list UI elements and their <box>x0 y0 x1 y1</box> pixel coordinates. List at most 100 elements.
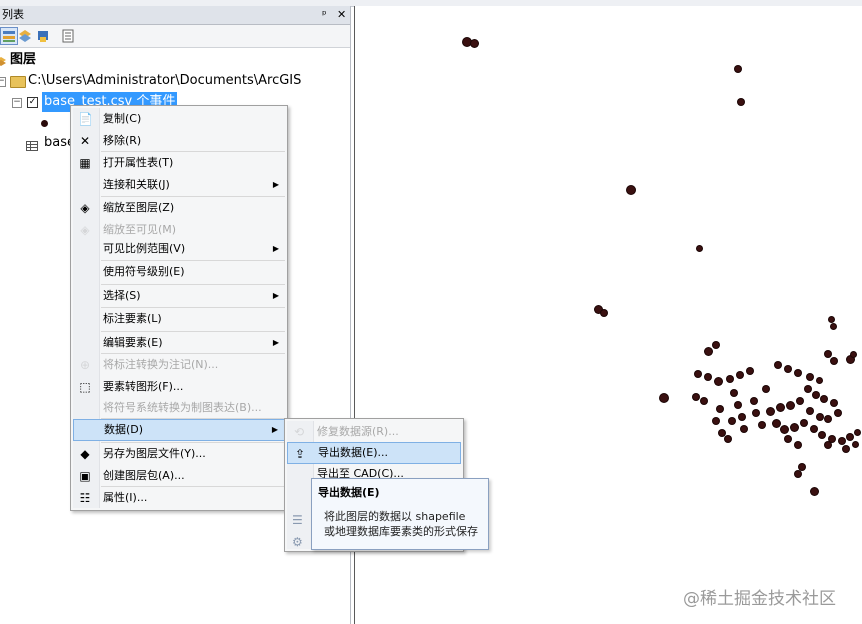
menu-item-1[interactable]: ✕ 移除(R) <box>73 130 285 152</box>
map-point <box>773 420 780 427</box>
map-point <box>695 371 701 377</box>
table-icon: ▦ <box>79 156 91 170</box>
submenu-arrow-icon: ▶ <box>272 180 279 189</box>
remove-icon: ✕ <box>79 134 91 148</box>
list-by-visibility-icon[interactable] <box>34 27 52 45</box>
list-by-source-icon[interactable] <box>16 27 34 45</box>
menu-item-label: 创建图层包(A)... <box>103 469 185 482</box>
menu-item-10[interactable]: 编辑要素(E) ▶ <box>73 332 285 354</box>
menu-item-11: ⊕ 将标注转换为注记(N)... <box>73 354 285 376</box>
map-point <box>759 422 765 428</box>
tooltip-line-1: 将此图层的数据以 shapefile <box>324 510 466 523</box>
repair-source-icon: ⟲ <box>293 425 305 439</box>
layer-visibility-checkbox[interactable]: ✓ <box>27 97 38 108</box>
map-point <box>463 38 471 46</box>
toc-title: 列表 <box>2 8 24 21</box>
map-point <box>731 390 737 396</box>
map-point <box>831 400 837 406</box>
watermark: @稀土掘金技术社区 <box>683 589 836 609</box>
toc-title-bar: 列表 ᵖ ✕ <box>0 6 350 25</box>
map-point <box>767 408 774 415</box>
layer-collapse-icon[interactable]: − <box>12 98 22 108</box>
menu-item-9[interactable]: 标注要素(L) <box>73 308 285 330</box>
table-icon <box>26 138 38 158</box>
list-icon: ☰ <box>292 513 303 527</box>
menu-item-label: 使用符号级别(E) <box>103 265 185 278</box>
map-point <box>835 410 841 416</box>
menu-item-16[interactable]: ▣ 创建图层包(A)... <box>73 465 285 487</box>
menu-item-17[interactable]: ☷ 属性(I)... <box>73 487 285 509</box>
map-point <box>729 418 735 424</box>
options-icon[interactable] <box>59 27 77 45</box>
submenu-item-label: 修复数据源(R)... <box>317 425 399 438</box>
layers-icon <box>0 54 6 66</box>
map-point <box>853 442 858 447</box>
close-icon[interactable]: ✕ <box>337 6 346 24</box>
pin-icon[interactable]: ᵖ <box>322 6 327 24</box>
map-point <box>741 426 747 432</box>
menu-item-15[interactable]: ◆ 另存为图层文件(Y)... <box>73 443 285 465</box>
folder-icon <box>10 76 26 88</box>
map-point <box>697 246 702 251</box>
submenu-item-1[interactable]: ⇪ 导出数据(E)... <box>287 442 461 464</box>
map-point <box>738 99 744 105</box>
menu-item-label: 将符号系统转换为制图表达(B)... <box>103 401 262 414</box>
map-point <box>801 420 807 426</box>
menu-item-label: 缩放至图层(Z) <box>103 201 175 214</box>
menu-item-label: 要素转图形(F)... <box>103 380 184 393</box>
map-point <box>817 414 823 420</box>
map-point <box>787 402 794 409</box>
submenu-item-label: 导出数据(E)... <box>318 446 389 459</box>
map-point <box>821 396 827 402</box>
menu-item-6[interactable]: 可见比例范围(V) ▶ <box>73 238 285 260</box>
menu-item-4[interactable]: ◈ 缩放至图层(Z) <box>73 197 285 219</box>
submenu-arrow-icon: ▶ <box>272 338 279 347</box>
map-point <box>785 436 791 442</box>
map-point <box>471 40 478 47</box>
map-point <box>825 351 831 357</box>
menu-item-label: 数据(D) <box>104 423 144 436</box>
map-point <box>763 386 769 392</box>
map-point <box>813 392 819 398</box>
menu-item-label: 标注要素(L) <box>103 312 162 325</box>
properties-icon: ☷ <box>79 491 91 505</box>
map-point <box>807 374 813 380</box>
menu-item-7[interactable]: 使用符号级别(E) <box>73 261 285 283</box>
layer-context-menu: 📄 复制(C) ✕ 移除(R) ▦ 打开属性表(T) 连接和关联(J) ▶ ◈ 缩放至图层(Z) ◈… <box>70 105 288 511</box>
map-point <box>805 386 811 392</box>
map-point <box>819 432 825 438</box>
save-layer-icon: ◆ <box>80 447 90 461</box>
folder-path-label: C:\Users\Administrator\Documents\ArcGIS <box>28 73 302 88</box>
map-point <box>855 430 860 435</box>
map-point <box>719 430 725 436</box>
toc-toolbar <box>0 25 350 48</box>
menu-item-label: 属性(I)... <box>103 491 148 504</box>
map-point <box>807 408 813 414</box>
map-point <box>705 348 712 355</box>
tooltip-title: 导出数据(E) <box>318 486 380 499</box>
layers-root-label: 图层 <box>10 52 37 67</box>
map-point <box>829 436 835 442</box>
menu-item-0[interactable]: 📄 复制(C) <box>73 108 285 130</box>
menu-item-12[interactable]: ⬚ 要素转图形(F)... <box>73 376 285 398</box>
folder-collapse-icon[interactable]: − <box>0 77 6 87</box>
map-point <box>725 436 731 442</box>
menu-item-13: 将符号系统转换为制图表达(B)... <box>73 397 285 419</box>
map-point <box>727 376 733 382</box>
menu-item-14[interactable]: 数据(D) ▶ <box>73 419 285 441</box>
features-to-graphics-icon: ⬚ <box>79 380 91 394</box>
menu-item-label: 编辑要素(E) <box>103 336 163 349</box>
menu-item-3[interactable]: 连接和关联(J) ▶ <box>73 174 285 196</box>
map-point <box>781 426 788 433</box>
map-point <box>775 362 781 368</box>
menu-item-label: 复制(C) <box>103 112 142 125</box>
map-point <box>825 416 831 422</box>
map-point <box>811 488 818 495</box>
menu-item-label: 选择(S) <box>103 289 141 302</box>
menu-item-2[interactable]: ▦ 打开属性表(T) <box>73 152 285 174</box>
layer-package-icon: ▣ <box>79 469 91 483</box>
map-point <box>795 471 801 477</box>
tools-icon: ⚙ <box>292 535 303 549</box>
map-point <box>713 418 719 424</box>
menu-item-8[interactable]: 选择(S) ▶ <box>73 285 285 307</box>
